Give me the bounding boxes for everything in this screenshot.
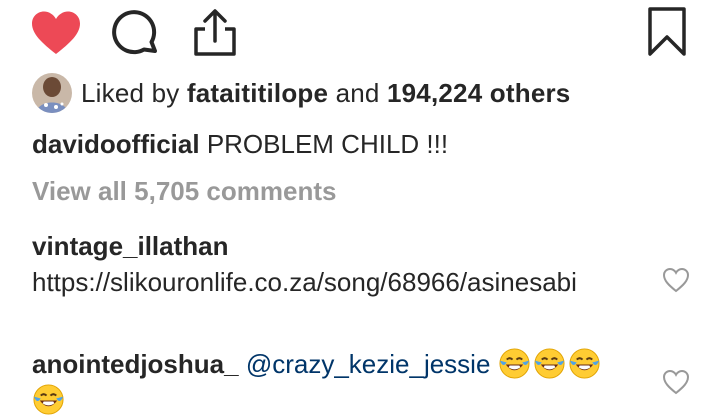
post-caption: davidoofficial PROBLEM CHILD !!! <box>32 129 448 160</box>
save-bookmark-button[interactable] <box>646 6 688 58</box>
view-all-comments-link[interactable]: View all 5,705 comments <box>32 176 336 207</box>
heart-outline-icon <box>662 369 690 395</box>
heart-filled-icon <box>32 11 80 54</box>
comment-like-button[interactable] <box>662 267 690 293</box>
comment-item: anointedjoshua_ @crazy_kezie_jessie <box>32 346 632 416</box>
likes-others-count[interactable]: 194,224 others <box>387 78 570 108</box>
like-button[interactable] <box>30 10 82 56</box>
likes-connector: and <box>328 77 387 108</box>
face-with-tears-of-joy-emoji <box>499 348 530 379</box>
heart-outline-icon <box>662 267 690 293</box>
face-with-tears-of-joy-emoji <box>569 348 600 379</box>
face-with-tears-of-joy-emoji <box>534 348 565 379</box>
avatar-image <box>32 73 72 113</box>
liker-username[interactable]: fataititilope <box>187 78 328 108</box>
post-action-bar <box>0 0 720 66</box>
likes-text: Liked by fataititilope and 194,224 other… <box>81 78 570 109</box>
likes-prefix: Liked by <box>81 77 187 108</box>
comment-bubble-icon <box>112 10 157 55</box>
comment-like-button[interactable] <box>662 369 690 395</box>
likes-summary[interactable]: Liked by fataititilope and 194,224 other… <box>32 73 570 113</box>
comment-text[interactable]: https://slikouronlife.co.za/song/68966/a… <box>32 267 577 297</box>
caption-username[interactable]: davidoofficial <box>32 129 200 159</box>
caption-text: PROBLEM CHILD !!! <box>206 129 449 159</box>
comment-button[interactable] <box>111 9 161 59</box>
share-button[interactable] <box>190 8 240 58</box>
comment-mention[interactable]: @crazy_kezie_jessie <box>246 349 491 379</box>
face-with-tears-of-joy-emoji <box>33 384 64 415</box>
bookmark-icon <box>648 7 686 56</box>
comment-username[interactable]: anointedjoshua_ <box>32 349 239 379</box>
comment-username[interactable]: vintage_illathan <box>32 228 632 264</box>
liker-avatar[interactable] <box>32 73 72 113</box>
share-upload-icon <box>194 9 236 56</box>
comment-item: vintage_illathan https://slikouronlife.c… <box>32 228 632 300</box>
